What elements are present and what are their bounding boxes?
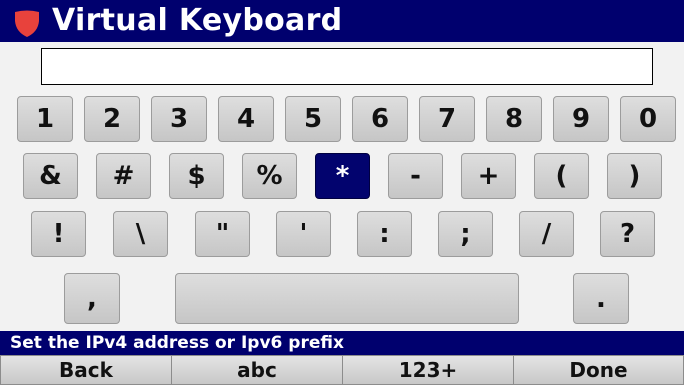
key-7[interactable]: 7 — [419, 96, 475, 142]
key-minus[interactable]: - — [388, 153, 443, 199]
key-space[interactable] — [175, 273, 519, 324]
key-0[interactable]: 0 — [620, 96, 676, 142]
key-period[interactable]: . — [573, 273, 629, 324]
key-1[interactable]: 1 — [17, 96, 73, 142]
shield-logo-icon — [15, 10, 39, 37]
key-6[interactable]: 6 — [352, 96, 408, 142]
key-4[interactable]: 4 — [218, 96, 274, 142]
key-ampersand[interactable]: & — [23, 153, 78, 199]
page-title: Virtual Keyboard — [52, 3, 343, 38]
done-button[interactable]: Done — [513, 355, 684, 385]
key-close-paren[interactable]: ) — [607, 153, 662, 199]
abc-button[interactable]: abc — [171, 355, 343, 385]
symbols-123-button[interactable]: 123+ — [342, 355, 514, 385]
key-dollar[interactable]: $ — [169, 153, 224, 199]
key-open-paren[interactable]: ( — [534, 153, 589, 199]
key-5[interactable]: 5 — [285, 96, 341, 142]
key-8[interactable]: 8 — [486, 96, 542, 142]
status-bar: Set the IPv4 address or Ipv6 prefix — [0, 331, 684, 355]
text-entry-field[interactable] — [41, 48, 653, 85]
key-double-quote[interactable]: " — [195, 211, 250, 257]
key-backslash[interactable]: \ — [113, 211, 168, 257]
key-plus[interactable]: + — [461, 153, 516, 199]
key-3[interactable]: 3 — [151, 96, 207, 142]
key-2[interactable]: 2 — [84, 96, 140, 142]
title-bar: Virtual Keyboard — [0, 0, 684, 42]
key-colon[interactable]: : — [357, 211, 412, 257]
back-button[interactable]: Back — [0, 355, 172, 385]
key-percent[interactable]: % — [242, 153, 297, 199]
key-question[interactable]: ? — [600, 211, 655, 257]
key-comma[interactable]: , — [64, 273, 120, 324]
key-single-quote[interactable]: ' — [276, 211, 331, 257]
key-semicolon[interactable]: ; — [438, 211, 493, 257]
key-exclamation[interactable]: ! — [31, 211, 86, 257]
softkey-bar: Back abc 123+ Done — [0, 355, 684, 385]
key-hash[interactable]: # — [96, 153, 151, 199]
key-9[interactable]: 9 — [553, 96, 609, 142]
key-asterisk[interactable]: * — [315, 153, 370, 199]
key-slash[interactable]: / — [519, 211, 574, 257]
